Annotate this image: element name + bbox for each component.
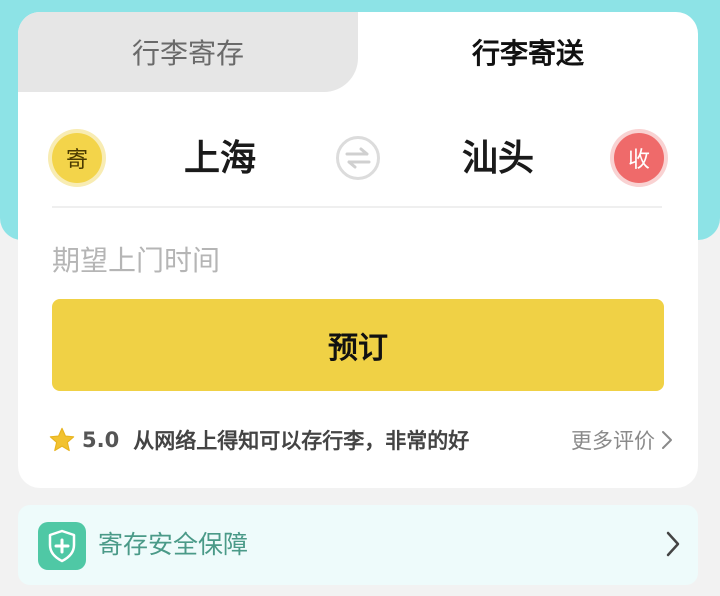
send-badge-label: 寄 (65, 148, 88, 173)
pickup-time-placeholder: 期望上门时间 (52, 244, 221, 277)
tab-luggage-storage[interactable]: 行李寄存 (18, 12, 358, 92)
tab-label: 行李寄送 (471, 37, 584, 70)
route-selector: 寄 上海 汕头 收 (52, 104, 664, 208)
chevron-right-icon (666, 531, 680, 557)
service-tabs: 行李寄存 行李寄送 (18, 12, 698, 92)
booking-card: 行李寄存 行李寄送 寄 上海 汕头 收 期望上门时间 预订 5.0 从网络上得知… (18, 12, 698, 488)
review-text: 从网络上得知可以存行李，非常的好 (133, 429, 470, 453)
safety-guarantee-label: 寄存安全保障 (98, 530, 249, 559)
send-badge: 寄 (52, 133, 102, 183)
book-button[interactable]: 预订 (52, 299, 664, 391)
to-city[interactable]: 汕头 (462, 134, 534, 184)
more-reviews-link[interactable]: 更多评价 (571, 420, 673, 460)
chevron-right-icon (662, 431, 672, 449)
shield-plus-icon (38, 522, 86, 570)
star-icon (49, 427, 75, 452)
tab-label: 行李寄存 (131, 37, 244, 70)
receive-badge-label: 收 (627, 148, 650, 173)
shield-icon-shape (48, 529, 76, 563)
rating-value: 5.0 (82, 428, 120, 452)
more-reviews-label: 更多评价 (571, 429, 655, 453)
safety-guarantee-banner[interactable]: 寄存安全保障 (18, 505, 698, 585)
review-row: 5.0 从网络上得知可以存行李，非常的好 更多评价 (48, 420, 673, 460)
page: 行李寄存 行李寄送 寄 上海 汕头 收 期望上门时间 预订 5.0 从网络上得知… (0, 0, 720, 596)
receive-badge: 收 (614, 133, 664, 183)
from-city[interactable]: 上海 (184, 134, 256, 184)
pickup-time-field[interactable]: 期望上门时间 (52, 222, 662, 296)
book-button-label: 预订 (328, 331, 388, 366)
swap-icon[interactable] (336, 136, 380, 180)
tab-luggage-delivery[interactable]: 行李寄送 (358, 12, 698, 92)
swap-arrows-icon (345, 147, 371, 169)
